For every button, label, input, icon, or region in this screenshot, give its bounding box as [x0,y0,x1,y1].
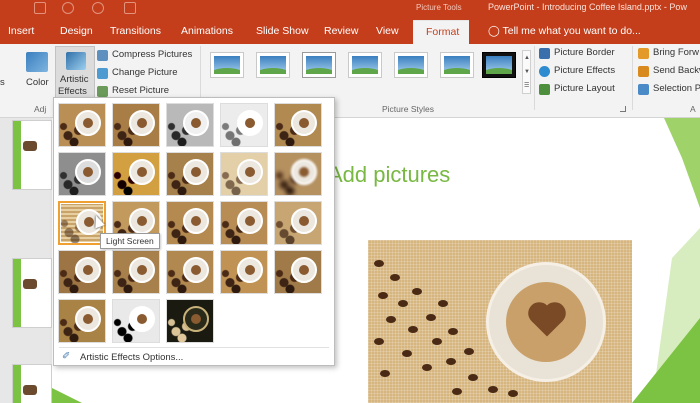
picture-layout-icon [539,84,550,95]
title-bar: Picture Tools PowerPoint - Introducing C… [0,0,700,20]
picture-layout-button[interactable]: Picture Layout [554,83,615,94]
save-icon[interactable] [124,2,136,14]
effect-film-grain[interactable] [166,201,214,245]
picture-style-4[interactable] [348,52,382,78]
artistic-effects-icon [66,52,86,70]
compress-pictures-button[interactable]: Compress Pictures [112,49,192,60]
slide-heading[interactable]: Add pictures [328,162,450,188]
effect-plastic-wrap[interactable] [274,250,322,294]
picture-styles-group-label: Picture Styles [382,104,434,114]
change-picture-button[interactable]: Change Picture [112,67,177,78]
undo-icon[interactable] [62,2,74,14]
document-title: PowerPoint - Introducing Coffee Island.p… [488,2,687,12]
picture-effects-icon [539,66,550,77]
tab-format-label: Format [426,26,460,38]
effect-crisscross-etching[interactable] [166,250,214,294]
tab-view[interactable]: View [376,25,399,37]
coffee-picture[interactable] [368,240,632,403]
effect-cement[interactable] [58,250,106,294]
artistic-options-icon: ✐ [62,351,71,362]
quick-access-icon[interactable] [34,2,46,14]
picture-border-icon [539,48,550,59]
effect-paint-strokes[interactable] [112,152,160,196]
redo-icon[interactable] [92,2,104,14]
tab-design[interactable]: Design [60,25,93,37]
effect-glow-edges[interactable] [166,299,214,343]
effect-pencil-sketch[interactable] [220,103,268,147]
compress-pictures-icon [97,50,108,61]
picture-style-6[interactable] [440,52,474,78]
bring-forward-icon [638,48,649,59]
adjust-group-label: Adj [34,104,47,114]
truncated-label: s [0,77,5,88]
slide-thumbnail[interactable] [12,120,52,190]
picture-style-2[interactable] [256,52,290,78]
group-separator [534,46,535,110]
picture-style-5[interactable] [394,52,428,78]
picture-style-3[interactable] [302,52,336,78]
reset-picture-icon [97,86,108,97]
effect-glow-diffused[interactable] [220,152,268,196]
scroll-down-icon: ▼ [524,69,530,75]
effect-paint-brush[interactable] [166,152,214,196]
effect-photocopy[interactable] [112,299,160,343]
picture-border-button[interactable]: Picture Border [554,47,615,58]
artistic-effects-options-link[interactable]: Artistic Effects Options... [80,352,183,363]
picture-tools-label: Picture Tools [416,3,462,12]
effect-blur[interactable] [274,152,322,196]
effect-glass[interactable] [274,201,322,245]
tab-insert[interactable]: Insert [8,25,34,37]
arrange-group-label: A [690,104,696,114]
effect-pencil-grayscale[interactable] [166,103,214,147]
ribbon-tabs: Insert Design Transitions Animations Sli… [0,20,700,44]
artistic-effects-button[interactable]: Artistic Effects [55,46,95,98]
scroll-up-icon: ▲ [524,55,530,61]
send-backward-icon [638,66,649,77]
picture-style-7[interactable] [482,52,516,78]
reset-picture-button[interactable]: Reset Picture [112,85,169,96]
picture-style-1[interactable] [210,52,244,78]
artistic-effects-label-2: Effects [58,86,87,97]
dialog-launcher-icon[interactable] [620,106,626,112]
artistic-effects-gallery: ✐ Artistic Effects Options... [53,97,335,366]
tell-me-box[interactable]: ◯ Tell me what you want to do... [488,25,641,37]
selection-pane-icon [638,84,649,95]
effect-pastels-smooth[interactable] [220,250,268,294]
send-backward-button[interactable]: Send Backw [653,65,700,76]
tab-format[interactable]: Format [413,20,469,44]
effect-mosaic-bubbles[interactable] [220,201,268,245]
lightbulb-icon: ◯ [488,25,503,37]
tab-animations[interactable]: Animations [181,25,233,37]
powerpoint-window: Picture Tools PowerPoint - Introducing C… [0,0,700,403]
color-icon[interactable] [26,52,48,72]
gallery-divider [59,347,329,348]
tab-review[interactable]: Review [324,25,358,37]
bring-forward-button[interactable]: Bring Forw [653,47,699,58]
effect-texturizer[interactable] [112,250,160,294]
change-picture-icon [97,68,108,79]
effect-cutout[interactable] [58,299,106,343]
group-separator [632,46,633,110]
slide-thumbnail[interactable] [12,258,52,328]
effect-none[interactable] [58,103,106,147]
more-styles-icon: ☰ [524,83,530,89]
color-button-label[interactable]: Color [26,77,49,88]
gallery-scroll[interactable]: ▲ ▼ ☰ [522,50,531,94]
slide-thumbnail[interactable] [12,364,52,403]
selection-pane-button[interactable]: Selection P [653,83,700,94]
effect-marker[interactable] [112,103,160,147]
effect-line-drawing[interactable] [274,103,322,147]
tab-transitions[interactable]: Transitions [110,25,161,37]
picture-effects-button[interactable]: Picture Effects [554,65,615,76]
artistic-effects-label-1: Artistic [60,74,89,85]
effect-tooltip: Light Screen [100,233,160,249]
effect-chalk-sketch[interactable] [58,152,106,196]
tab-slide-show[interactable]: Slide Show [256,25,309,37]
tell-me-label: Tell me what you want to do... [502,25,641,37]
slide-thumbnails-panel [0,118,52,403]
